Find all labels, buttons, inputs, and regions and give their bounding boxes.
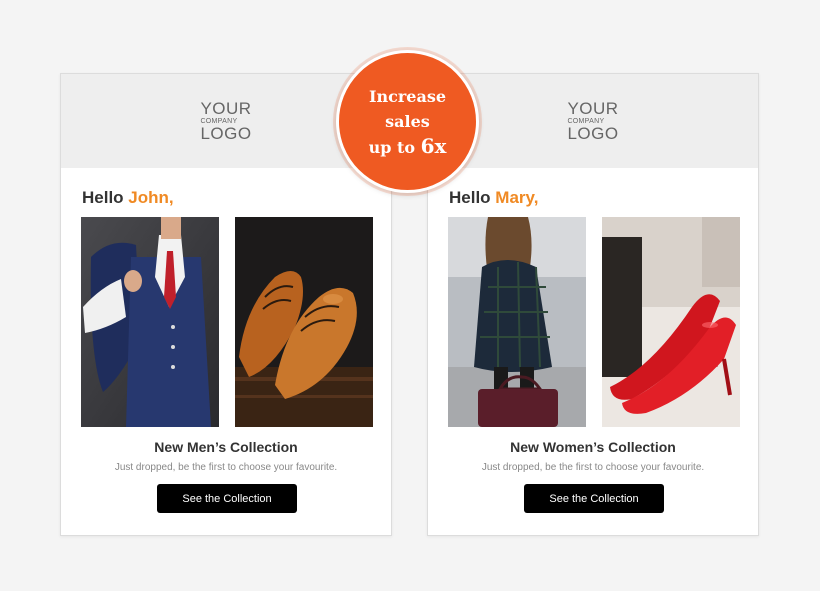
badge-line-3-prefix: up to (368, 137, 421, 157)
see-collection-button[interactable]: See the Collection (157, 484, 297, 513)
company-logo: YOUR COMPANY LOGO (200, 100, 251, 142)
product-image-coat[interactable] (448, 217, 586, 427)
collection-subtitle: Just dropped, be the first to choose you… (114, 462, 338, 473)
collection-title: New Women’s Collection (510, 439, 676, 455)
logo-line-1: YOUR (567, 99, 619, 118)
greeting: Hello Mary, (449, 188, 538, 208)
greeting-prefix: Hello (449, 188, 496, 207)
recipient-name: Mary, (495, 188, 539, 207)
logo-line-1: YOUR (200, 99, 252, 118)
see-collection-button[interactable]: See the Collection (524, 484, 664, 513)
badge-line-3: up to 6x (369, 134, 447, 160)
product-image-suit[interactable] (81, 217, 219, 427)
badge-multiplier: 6x (420, 133, 447, 158)
logo-line-3: LOGO (200, 124, 252, 143)
badge-line-2: sales (385, 111, 430, 131)
product-image-heels[interactable] (602, 217, 740, 427)
product-image-shoes[interactable] (235, 217, 373, 427)
email-card-women: YOUR COMPANY LOGO Hello Mary, New Women’… (427, 73, 759, 536)
logo-line-3: LOGO (567, 124, 619, 143)
company-logo: YOUR COMPANY LOGO (567, 100, 618, 142)
increase-sales-badge: Increase sales up to 6x (336, 50, 479, 193)
collection-subtitle: Just dropped, be the first to choose you… (481, 462, 705, 473)
greeting-prefix: Hello (82, 188, 129, 207)
collection-title: New Men’s Collection (154, 439, 298, 455)
recipient-name: John, (128, 188, 174, 207)
badge-line-1: Increase (368, 86, 447, 106)
greeting: Hello John, (82, 188, 174, 208)
